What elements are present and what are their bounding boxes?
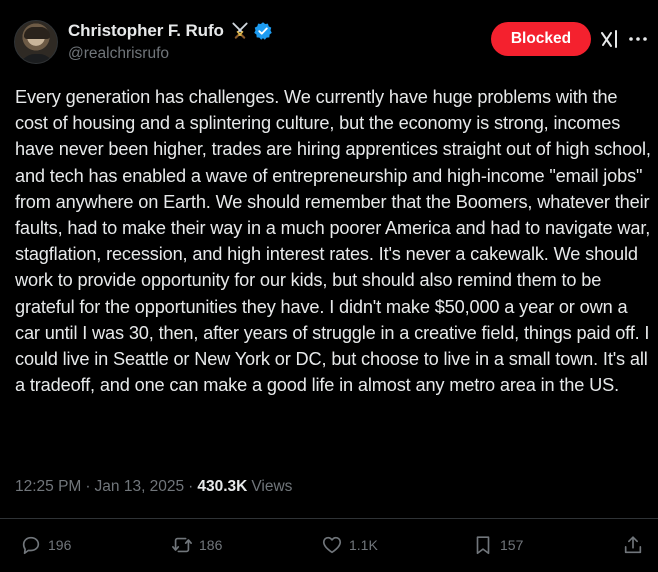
share-icon <box>624 536 642 554</box>
crossed-swords-icon <box>232 22 248 39</box>
tweet-actions: 196 186 1.1K 157 <box>0 530 658 560</box>
views-count: 430.3K <box>197 478 248 495</box>
bookmark-count: 157 <box>500 537 524 553</box>
tweet-time[interactable]: 12:25 PM <box>15 478 81 496</box>
like-button[interactable]: 1.1K <box>321 530 378 560</box>
verified-badge-icon <box>254 22 272 40</box>
reply-icon <box>22 536 40 555</box>
tweet-meta: 12:25 PM · Jan 13, 2025 · 430.3K Views <box>15 478 292 496</box>
author-avatar[interactable] <box>14 20 58 64</box>
bookmark-button[interactable]: 157 <box>472 530 523 560</box>
author-display-name[interactable]: Christopher F. Rufo <box>68 21 224 41</box>
share-button[interactable] <box>622 530 644 560</box>
reply-button[interactable]: 196 <box>20 530 71 560</box>
repost-count: 186 <box>199 537 223 553</box>
blocked-button[interactable]: Blocked <box>491 22 591 56</box>
tweet-header: Christopher F. Rufo @realchrisrufo Block… <box>14 18 649 66</box>
author-names: Christopher F. Rufo @realchrisrufo <box>68 20 273 63</box>
more-options-icon[interactable] <box>627 28 649 50</box>
heart-icon <box>322 536 342 554</box>
author-handle[interactable]: @realchrisrufo <box>68 45 273 63</box>
display-name-row: Christopher F. Rufo <box>68 20 273 42</box>
like-count: 1.1K <box>349 537 378 553</box>
meta-separator: · <box>188 478 194 495</box>
avatar-shirt <box>19 54 55 63</box>
grok-icon[interactable] <box>600 28 620 50</box>
reply-count: 196 <box>48 537 72 553</box>
meta-separator: · <box>85 478 91 495</box>
views-label: Views <box>251 478 293 495</box>
bookmark-icon <box>476 536 490 555</box>
tweet-text: Every generation has challenges. We curr… <box>15 87 651 396</box>
repost-icon <box>172 537 192 553</box>
repost-button[interactable]: 186 <box>171 530 222 560</box>
actions-divider <box>0 518 658 519</box>
tweet-date[interactable]: Jan 13, 2025 <box>95 478 185 496</box>
avatar-hair <box>24 27 50 39</box>
